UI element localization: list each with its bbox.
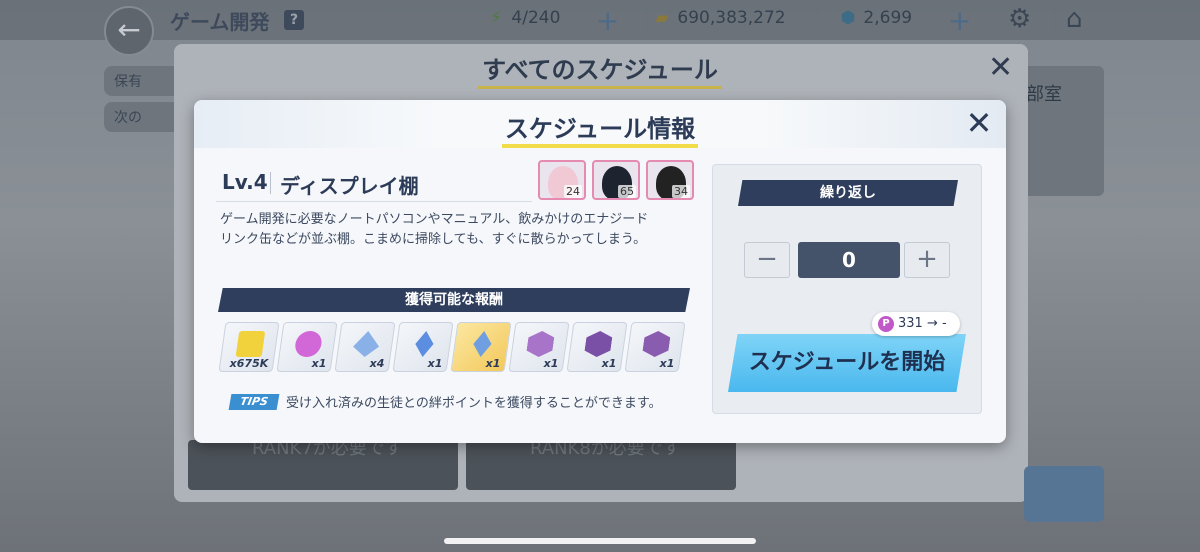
schedule-name: ディスプレイ棚 bbox=[280, 174, 419, 198]
divider bbox=[270, 172, 271, 194]
all-schedules-button[interactable] bbox=[1024, 466, 1104, 522]
ap-plus-button[interactable]: + bbox=[596, 4, 619, 37]
reward-purple-orb[interactable]: x1 bbox=[276, 322, 338, 372]
title-underline bbox=[502, 144, 698, 148]
outer-close-icon[interactable]: ✕ bbox=[988, 50, 1013, 85]
bond-level: 34 bbox=[672, 185, 690, 198]
gear-icon[interactable]: ⚙ bbox=[1008, 4, 1031, 34]
ticket-icon: P bbox=[878, 316, 894, 332]
outer-modal-title: すべてのスケジュール bbox=[482, 56, 718, 84]
divider bbox=[1048, 10, 1049, 32]
room-panel-title: 部室 bbox=[1026, 84, 1062, 105]
back-button[interactable]: ← bbox=[104, 6, 154, 56]
student-portrait[interactable]: 65 bbox=[592, 160, 640, 200]
reward-student-gift[interactable]: x1 bbox=[624, 322, 686, 372]
gem-counter: ⬢ 2,699 bbox=[838, 8, 913, 28]
student-portrait[interactable]: 24 bbox=[538, 160, 586, 200]
tips-badge: TIPS bbox=[228, 394, 280, 410]
home-indicator[interactable] bbox=[444, 538, 756, 544]
side-pill-next: 次の bbox=[104, 102, 184, 132]
schedule-description: ゲーム開発に必要なノートパソコンやマニュアル、飲みかけのエナジードリンク缶などが… bbox=[220, 212, 649, 247]
increment-button[interactable]: + bbox=[904, 242, 950, 278]
hexagon-icon bbox=[526, 331, 556, 357]
shard-icon bbox=[410, 331, 440, 357]
back-arrow-icon: ← bbox=[117, 13, 141, 46]
credit-icon bbox=[235, 331, 266, 357]
repeat-count: 0 bbox=[798, 242, 900, 278]
schedule-level: Lv.4 bbox=[222, 170, 268, 194]
credit-icon: ▰ bbox=[655, 8, 669, 28]
crystal-icon bbox=[352, 331, 382, 357]
page-title: ゲーム開発 bbox=[170, 10, 270, 34]
reward-blue-shard[interactable]: x1 bbox=[392, 322, 454, 372]
reward-student-gift[interactable]: x1 bbox=[566, 322, 628, 372]
title-underline bbox=[478, 86, 722, 89]
credit-counter: ▰ 690,383,272 bbox=[652, 8, 785, 28]
gem-icon: ⬢ bbox=[840, 8, 856, 28]
reward-gold-crystal[interactable]: x1 bbox=[450, 322, 512, 372]
start-schedule-button[interactable]: スケジュールを開始 bbox=[728, 334, 966, 392]
divider bbox=[990, 10, 991, 32]
ap-counter: ⚡ 4/240 bbox=[486, 8, 560, 28]
decrement-button[interactable]: − bbox=[744, 242, 790, 278]
bond-level: 65 bbox=[618, 185, 636, 198]
student-portrait[interactable]: 34 bbox=[646, 160, 694, 200]
crystal-icon bbox=[468, 331, 498, 357]
gem-plus-button[interactable]: + bbox=[948, 4, 971, 37]
help-icon[interactable]: ? bbox=[284, 10, 304, 30]
divider bbox=[640, 10, 641, 32]
home-icon[interactable]: ⌂ bbox=[1066, 4, 1083, 34]
hexagon-icon bbox=[584, 331, 614, 357]
lightning-icon: ⚡ bbox=[490, 8, 502, 28]
tips-text: 受け入れ済みの生徒との絆ポイントを獲得することができます。 bbox=[286, 396, 662, 411]
rewards-header: 獲得可能な報酬 bbox=[218, 288, 690, 312]
reward-blue-crystals[interactable]: x4 bbox=[334, 322, 396, 372]
reward-credit[interactable]: x675K bbox=[218, 322, 280, 372]
orb-icon bbox=[293, 331, 324, 357]
hexagon-icon bbox=[642, 331, 672, 357]
close-icon[interactable]: ✕ bbox=[960, 104, 998, 142]
ticket-cost: P 331 → - bbox=[872, 312, 960, 336]
modal-title: スケジュール情報 bbox=[504, 115, 696, 143]
reward-student-gift[interactable]: x1 bbox=[508, 322, 570, 372]
schedule-info-modal: スケジュール情報 ✕ Lv.4 ディスプレイ棚 24 65 34 ゲーム開発に必… bbox=[194, 100, 1006, 443]
repeat-header: 繰り返し bbox=[738, 180, 958, 206]
side-pill-owned: 保有 bbox=[104, 66, 184, 96]
bond-level: 24 bbox=[564, 185, 582, 198]
divider bbox=[216, 201, 532, 202]
divider bbox=[822, 10, 823, 32]
